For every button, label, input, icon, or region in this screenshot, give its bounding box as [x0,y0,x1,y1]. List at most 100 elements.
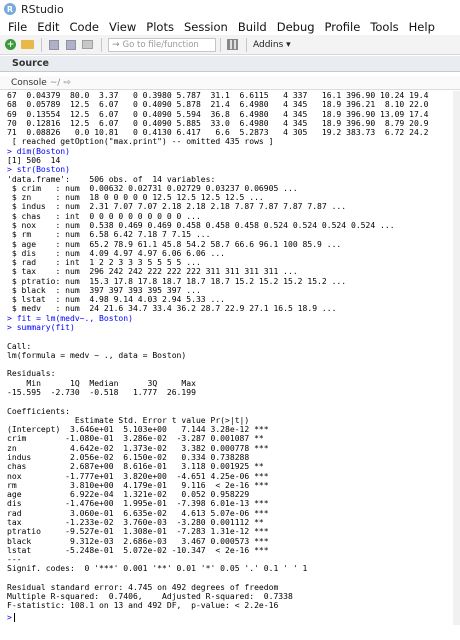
save-all-button[interactable] [63,37,78,52]
menu-debug[interactable]: Debug [272,20,320,34]
console-output-line: rm 3.810e+00 4.179e-01 9.116 < 2e-16 *** [7,480,269,490]
save-icon [48,39,59,50]
menu-plots[interactable]: Plots [141,20,179,34]
console-output-line: $ ptratio: num 15.3 17.8 17.8 18.7 18.7 … [7,276,347,286]
console-output-line: [1] 506 14 [7,155,61,165]
toolbar-divider [101,37,102,52]
console-scrollbar[interactable] [453,91,460,625]
console-output-line: $ rad : int 1 2 2 3 3 3 5 5 5 5 ... [7,258,201,268]
console-output-line: $ lstat : num 4.98 9.14 4.03 2.94 5.33 .… [7,295,226,305]
print-icon [82,40,93,49]
console-output-line: (Intercept) 3.646e+01 5.103e+00 7.144 3.… [7,425,269,435]
console-output-line: 70 0.12816 12.5 6.07 0 0.4090 5.885 33.0… [7,118,429,128]
rstudio-logo-icon: R [4,3,16,15]
console-output-line: zn 4.642e-02 1.373e-02 3.382 0.000778 **… [7,443,269,453]
toolbar-divider [246,37,247,52]
console-output-line: $ chas : int 0 0 0 0 0 0 0 0 0 0 ... [7,211,201,221]
new-file-button[interactable]: + [3,37,18,52]
console-output-line: $ crim : num 0.00632 0.02731 0.02729 0.0… [7,183,298,193]
toolbar-divider [220,37,221,52]
console-output-line: black 9.312e-03 2.686e-03 3.467 0.000573… [7,536,269,546]
menu-file[interactable]: File [3,20,32,34]
go-to-dir-icon[interactable]: ⇨ [63,78,71,88]
console-pane-header: Console ~/ ⇨ [0,76,460,90]
console-input-line: > dim(Boston) [7,146,70,156]
menu-session[interactable]: Session [179,20,233,34]
console-output-line: ptratio -9.527e-01 1.308e-01 -7.283 1.31… [7,527,269,537]
console-output-line: Residuals: [7,369,56,379]
console-output-line: -15.595 -2.730 -0.518 1.777 26.199 [7,388,201,397]
console-output-line: Multiple R-squared: 0.7406, Adjusted R-s… [7,592,298,602]
folder-icon [21,40,34,49]
console-output-line: 67 0.04379 80.0 3.37 0 0.3980 5.787 31.1… [7,91,429,100]
console-output-line: Residual standard error: 4.745 on 492 de… [7,582,279,592]
console-output-line: 69 0.13554 12.5 6.07 0 0.4090 5.594 36.8… [7,109,429,119]
console-output-line: --- [7,555,22,565]
plus-icon: + [5,39,16,50]
window-title: RStudio [21,2,64,16]
arrow-right-icon: → [112,39,120,50]
console-output-line: Call: [7,341,32,351]
console-output-line: lm(formula = medv ~ ., data = Boston) [7,350,187,360]
console-output-line: Min 1Q Median 3Q Max [7,378,201,388]
console-output-line: 71 0.08826 0.0 10.81 0 0.4130 6.417 6.6 … [7,128,429,138]
console-output-line: $ dis : num 4.09 4.97 4.97 6.06 6.06 ... [7,248,226,258]
console-output-line: lstat -5.248e-01 5.072e-02 -10.347 < 2e-… [7,545,269,555]
console-prompt[interactable]: > [7,612,15,622]
console-lines: 67 0.04379 80.0 3.37 0 0.3980 5.787 31.1… [7,91,460,620]
console-output-line: $ age : num 65.2 78.9 61.1 45.8 54.2 58.… [7,239,342,249]
open-file-button[interactable] [20,37,35,52]
menu-build[interactable]: Build [233,20,272,34]
console-output-line: $ indus : num 2.31 7.07 7.07 2.18 2.18 2… [7,202,347,212]
console-output-line: nox -1.777e+01 3.820e+00 -4.651 4.25e-06… [7,471,269,481]
console-output-line: F-statistic: 108.1 on 13 and 492 DF, p-v… [7,601,279,611]
title-bar: R RStudio [0,0,460,18]
console-output-line: [ reached getOption("max.print") -- omit… [7,137,274,147]
console-output-line: Estimate Std. Error t value Pr(>|t|) [7,415,269,425]
console-output-line: 'data.frame': 506 obs. of 14 variables: [7,174,216,184]
menu-tools[interactable]: Tools [365,20,403,34]
console-input-line: > summary(fit) [7,323,75,333]
text-cursor [13,612,15,622]
console-output-line: $ nox : num 0.538 0.469 0.469 0.458 0.45… [7,220,395,230]
source-pane-label: Source [12,58,49,69]
source-pane-header[interactable]: Source [0,56,460,72]
save-button[interactable] [46,37,61,52]
console-output-line: indus 2.056e-02 6.150e-02 0.334 0.738288 [7,452,269,462]
menu-code[interactable]: Code [65,20,104,34]
console-output-line: $ black : num 397 397 393 395 397 ... [7,285,201,295]
console-input-line: > fit = lm(medv~., Boston) [7,313,133,323]
workspace-panes-button[interactable] [225,37,240,52]
go-to-file-input[interactable]: → Go to file/function [108,37,216,52]
console-working-dir: ~/ [49,77,61,88]
console-output-line: $ medv : num 24 21.6 34.7 33.4 36.2 28.7… [7,304,337,314]
menu-edit[interactable]: Edit [32,20,64,34]
toolbar-divider [41,37,42,52]
console-tab[interactable]: Console [11,78,47,88]
main-toolbar: + → Go to file/function Addins ▾ [0,35,460,55]
console-output-line: 68 0.05789 12.5 6.07 0 0.4090 5.878 21.4… [7,100,429,110]
print-button[interactable] [80,37,95,52]
console-output-line: $ tax : num 296 242 242 222 222 222 311 … [7,267,298,277]
menu-view[interactable]: View [104,20,141,34]
console-output-line: crim -1.080e-01 3.286e-02 -3.287 0.00108… [7,434,269,444]
grid-icon [227,39,238,50]
console-output-line: Signif. codes: 0 '***' 0.001 '**' 0.01 '… [7,564,308,574]
console-output-line: $ rm : num 6.58 6.42 7.18 7 7.15 ... [7,230,211,240]
console-output-line: rad 3.060e-01 6.635e-02 4.613 5.07e-06 *… [7,508,269,518]
console-output-line: $ zn : num 18 0 0 0 0 0 12.5 12.5 12.5 1… [7,193,264,203]
menu-help[interactable]: Help [404,20,440,34]
console-output-line: Coefficients: [7,406,70,416]
addins-dropdown[interactable]: Addins ▾ [253,40,291,50]
prompt-symbol: > [7,612,12,622]
console-output[interactable]: 67 0.04379 80.0 3.37 0 0.3980 5.787 31.1… [0,91,460,625]
menu-profile[interactable]: Profile [320,20,366,34]
console-output-line: age 6.922e-04 1.321e-02 0.052 0.958229 [7,490,269,500]
menu-bar: File Edit Code View Plots Session Build … [0,18,460,35]
console-output-line: tax -1.233e-02 3.760e-03 -3.280 0.001112… [7,517,269,527]
console-input-line: > str(Boston) [7,165,70,175]
